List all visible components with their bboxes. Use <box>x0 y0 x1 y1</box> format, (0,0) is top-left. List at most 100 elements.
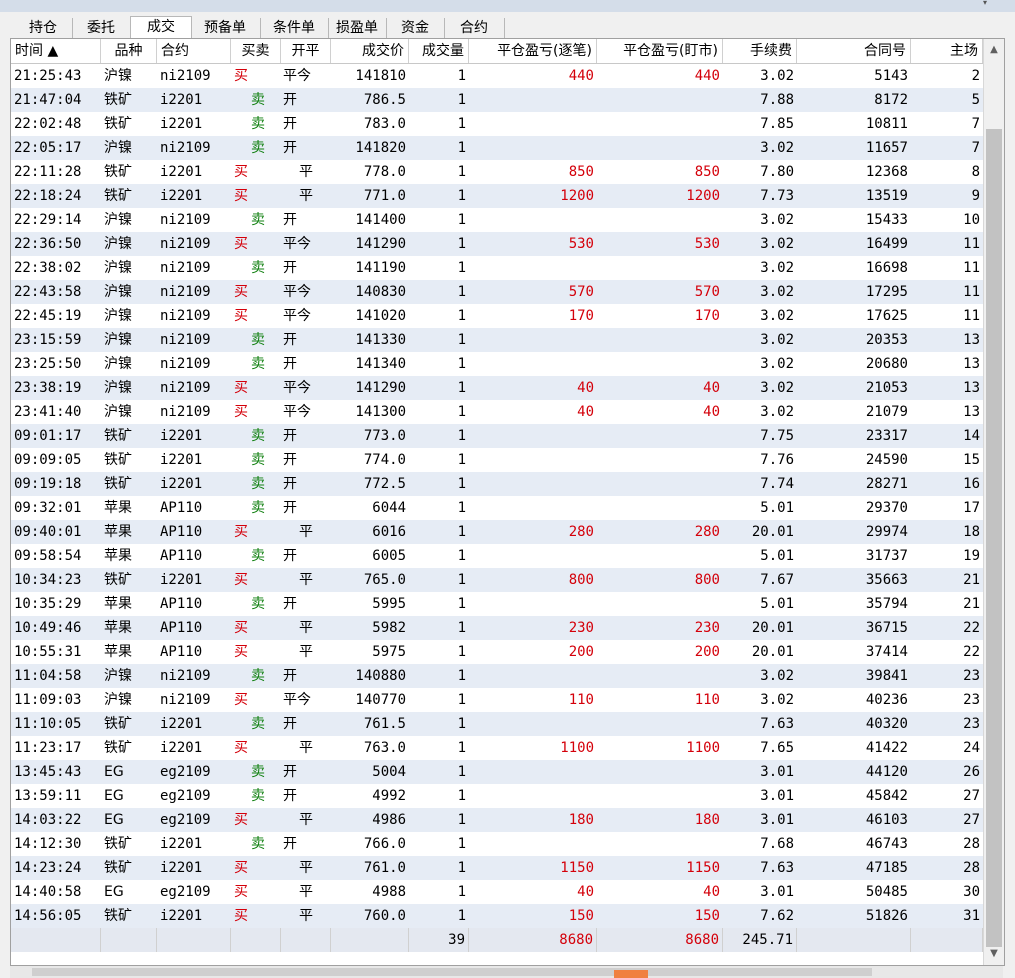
cell-col-1: 铁矿 <box>104 92 132 108</box>
column-header-10[interactable]: 合同号 <box>797 39 911 63</box>
scroll-thumb[interactable] <box>986 129 1002 947</box>
cell-col-1: 铁矿 <box>104 476 132 492</box>
table-row[interactable]: 13:59:11 EG eg2109 卖 开 4992 1 3.01 45842 27 <box>11 784 983 808</box>
cell-col-9: 3.02 <box>760 236 794 252</box>
table-row[interactable]: 09:01:17 铁矿 i2201 卖 开 773.0 1 7.75 23317 14 <box>11 424 983 448</box>
column-header-9[interactable]: 手续费 <box>723 39 797 63</box>
cell-col-6: 1 <box>457 332 466 348</box>
table-row[interactable]: 23:25:50 沪镍 ni2109 卖 开 141340 1 3.02 20680 13 <box>11 352 983 376</box>
table-row[interactable]: 22:05:17 沪镍 ni2109 卖 开 141820 1 3.02 11657 7 <box>11 136 983 160</box>
table-row[interactable]: 23:15:59 沪镍 ni2109 卖 开 141330 1 3.02 20353 13 <box>11 328 983 352</box>
table-row[interactable]: 10:49:46 苹果 AP110 买 平 5982 1 230 230 20.01 36715 22 <box>11 616 983 640</box>
table-row[interactable]: 21:25:43 沪镍 ni2109 买 平今 141810 1 440 440 3.02 5143… <box>11 64 983 88</box>
cell-col-10: 17625 <box>865 308 908 324</box>
table-row[interactable]: 10:34:23 铁矿 i2201 买 平 765.0 1 800 800 7.67 35663 21 <box>11 568 983 592</box>
table-row[interactable]: 14:03:22 EG eg2109 买 平 4986 1 180 180 3.01 46103 27 <box>11 808 983 832</box>
table-row[interactable]: 10:55:31 苹果 AP110 买 平 5975 1 200 200 20.01 37414 22 <box>11 640 983 664</box>
table-row[interactable]: 22:43:58 沪镍 ni2109 买 平今 140830 1 570 570 3.02 1729… <box>11 280 983 304</box>
table-row[interactable]: 14:56:05 铁矿 i2201 买 平 760.0 1 150 150 7.62 51826 31 <box>11 904 983 928</box>
table-row[interactable]: 10:35:29 苹果 AP110 卖 开 5995 1 5.01 35794 21 <box>11 592 983 616</box>
cell-col-3: 卖 <box>251 452 265 468</box>
cell-col-8 <box>597 472 723 496</box>
cell-col-8 <box>597 832 723 856</box>
scroll-up-icon[interactable]: ▲ <box>984 41 1004 59</box>
summary-empty-cell <box>231 928 281 952</box>
cell-col-5: 140770 <box>355 692 406 708</box>
cell-col-6: 1 <box>457 428 466 444</box>
vertical-scrollbar[interactable]: ▲ ▼ <box>983 39 1004 965</box>
column-header-8[interactable]: 平仓盈亏(盯市) <box>597 39 723 63</box>
cell-col-4: 平今 <box>283 380 311 396</box>
cell-col-0: 22:11:28 <box>14 164 82 180</box>
horizontal-scroll-thumb[interactable] <box>32 968 872 976</box>
column-header-11[interactable]: 主场 <box>911 39 983 63</box>
cell-col-8 <box>597 448 723 472</box>
table-row[interactable]: 11:10:05 铁矿 i2201 卖 开 761.5 1 7.63 40320 23 <box>11 712 983 736</box>
tab-6[interactable]: 资金 <box>386 18 445 38</box>
horizontal-scrollbar[interactable] <box>10 966 1003 978</box>
table-row[interactable]: 22:18:24 铁矿 i2201 买 平 771.0 1 1200 1200 7.73 13519… <box>11 184 983 208</box>
cell-col-1: 铁矿 <box>104 740 132 756</box>
table-row[interactable]: 21:47:04 铁矿 i2201 卖 开 786.5 1 7.88 8172 5 <box>11 88 983 112</box>
cell-col-6: 1 <box>457 116 466 132</box>
table-row[interactable]: 22:29:14 沪镍 ni2109 卖 开 141400 1 3.02 15433 10 <box>11 208 983 232</box>
cell-col-5: 763.0 <box>363 740 406 756</box>
cell-col-10: 44120 <box>865 764 908 780</box>
column-header-3[interactable]: 买卖 <box>231 39 281 63</box>
table-row[interactable]: 22:11:28 铁矿 i2201 买 平 778.0 1 850 850 7.80 12368 8 <box>11 160 983 184</box>
table-row[interactable]: 14:40:58 EG eg2109 买 平 4988 1 40 40 3.01 50485 30 <box>11 880 983 904</box>
tab-7[interactable]: 合约 <box>444 18 505 38</box>
cell-col-5: 4992 <box>372 788 406 804</box>
cell-col-3: 卖 <box>251 668 265 684</box>
tab-1[interactable]: 委托 <box>72 18 131 38</box>
table-row[interactable]: 22:45:19 沪镍 ni2109 买 平今 141020 1 170 170 3.02 1762… <box>11 304 983 328</box>
table-row[interactable]: 23:41:40 沪镍 ni2109 买 平今 141300 1 40 40 3.02 21079 1… <box>11 400 983 424</box>
table-row[interactable]: 09:40:01 苹果 AP110 买 平 6016 1 280 280 20.01 29974 18 <box>11 520 983 544</box>
table-row[interactable]: 09:32:01 苹果 AP110 卖 开 6044 1 5.01 29370 17 <box>11 496 983 520</box>
tab-3[interactable]: 预备单 <box>190 18 261 38</box>
column-header-5[interactable]: 成交价 <box>331 39 409 63</box>
tab-2[interactable]: 成交 <box>130 16 192 39</box>
cell-col-3: 买 <box>234 188 248 204</box>
cell-col-3: 买 <box>234 284 248 300</box>
cell-col-7 <box>469 760 597 784</box>
cell-col-3: 卖 <box>251 764 265 780</box>
column-header-0[interactable]: 时间 ▲ <box>11 39 101 63</box>
table-row[interactable]: 22:38:02 沪镍 ni2109 卖 开 141190 1 3.02 16698 11 <box>11 256 983 280</box>
table-row[interactable]: 11:23:17 铁矿 i2201 买 平 763.0 1 1100 1100 7.65 41422… <box>11 736 983 760</box>
column-header-2[interactable]: 合约 <box>157 39 231 63</box>
table-row[interactable]: 23:38:19 沪镍 ni2109 买 平今 141290 1 40 40 3.02 21053 1… <box>11 376 983 400</box>
cell-col-5: 766.0 <box>363 836 406 852</box>
chevron-down-icon[interactable]: ▾ <box>983 0 993 7</box>
column-header-7[interactable]: 平仓盈亏(逐笔) <box>469 39 597 63</box>
column-header-4[interactable]: 开平 <box>281 39 331 63</box>
tab-5[interactable]: 损盈单 <box>328 18 387 38</box>
cell-col-11: 27 <box>963 812 980 828</box>
cell-col-0: 22:36:50 <box>14 236 82 252</box>
table-row[interactable]: 09:19:18 铁矿 i2201 卖 开 772.5 1 7.74 28271 16 <box>11 472 983 496</box>
table-row[interactable]: 11:09:03 沪镍 ni2109 买 平今 140770 1 110 110 3.02 4023… <box>11 688 983 712</box>
table-row[interactable]: 13:45:43 EG eg2109 卖 开 5004 1 3.01 44120 26 <box>11 760 983 784</box>
table-row[interactable]: 22:36:50 沪镍 ni2109 买 平今 141290 1 530 530 3.02 1649… <box>11 232 983 256</box>
table-row[interactable]: 11:04:58 沪镍 ni2109 卖 开 140880 1 3.02 39841 23 <box>11 664 983 688</box>
tab-0[interactable]: 持仓 <box>14 18 73 38</box>
tab-4[interactable]: 条件单 <box>260 18 329 38</box>
cell-col-6: 1 <box>457 644 466 660</box>
table-row[interactable]: 09:09:05 铁矿 i2201 卖 开 774.0 1 7.76 24590 15 <box>11 448 983 472</box>
cell-col-7 <box>469 832 597 856</box>
cell-col-9: 3.02 <box>760 404 794 420</box>
cell-col-6: 1 <box>457 404 466 420</box>
table-row[interactable]: 22:02:48 铁矿 i2201 卖 开 783.0 1 7.85 10811 7 <box>11 112 983 136</box>
table-row[interactable]: 14:12:30 铁矿 i2201 卖 开 766.0 1 7.68 46743 28 <box>11 832 983 856</box>
scroll-down-icon[interactable]: ▼ <box>984 945 1004 963</box>
cell-col-8: 280 <box>694 524 720 540</box>
cell-col-5: 6005 <box>372 548 406 564</box>
cell-col-7: 530 <box>568 236 594 252</box>
table-row[interactable]: 09:58:54 苹果 AP110 卖 开 6005 1 5.01 31737 19 <box>11 544 983 568</box>
column-header-6[interactable]: 成交量 <box>409 39 469 63</box>
table-row[interactable]: 14:23:24 铁矿 i2201 买 平 761.0 1 1150 1150 7.63 47185… <box>11 856 983 880</box>
cell-col-11: 27 <box>963 788 980 804</box>
cell-col-11: 11 <box>963 260 980 276</box>
cell-col-10: 40320 <box>865 716 908 732</box>
column-header-1[interactable]: 品种 <box>101 39 157 63</box>
